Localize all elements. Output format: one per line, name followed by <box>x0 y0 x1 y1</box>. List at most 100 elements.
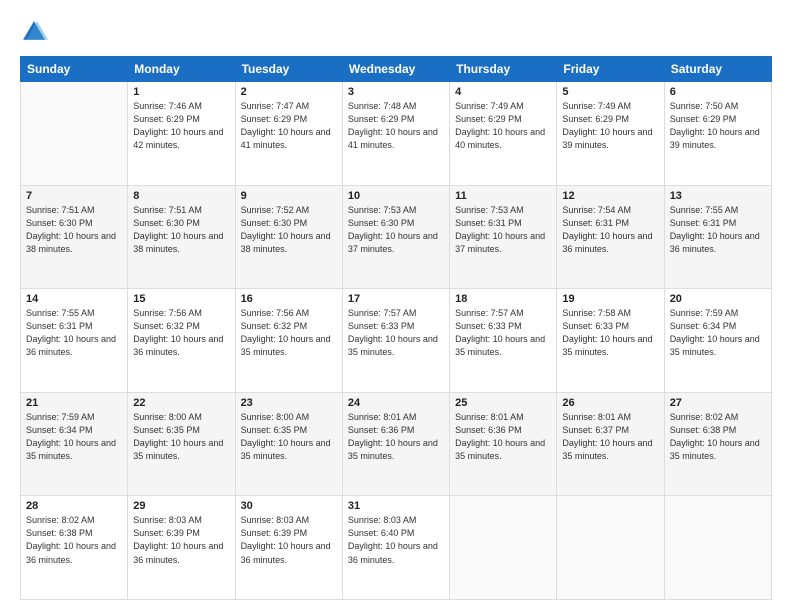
day-info: Sunrise: 8:00 AM Sunset: 6:35 PM Dayligh… <box>241 411 337 463</box>
weekday-header-saturday: Saturday <box>664 57 771 82</box>
calendar-cell <box>664 496 771 600</box>
calendar-cell: 7 Sunrise: 7:51 AM Sunset: 6:30 PM Daylig… <box>21 185 128 289</box>
day-number: 29 <box>133 500 229 512</box>
day-info: Sunrise: 8:00 AM Sunset: 6:35 PM Dayligh… <box>133 411 229 463</box>
header <box>20 18 772 46</box>
weekday-header-wednesday: Wednesday <box>342 57 449 82</box>
calendar-cell: 26Sunrise: 8:01 AM Sunset: 6:37 PM Dayli… <box>557 392 664 496</box>
calendar-cell <box>450 496 557 600</box>
day-number: 16 <box>241 293 337 305</box>
day-info: Sunrise: 8:02 AM Sunset: 6:38 PM Dayligh… <box>26 514 122 566</box>
day-info: Sunrise: 7:50 AM Sunset: 6:29 PM Dayligh… <box>670 100 766 152</box>
calendar-cell: 18 Sunrise: 7:57 AM Sunset: 6:33 PM Dayli… <box>450 289 557 393</box>
day-number: 4 <box>455 86 551 98</box>
calendar-cell: 12 Sunrise: 7:54 AM Sunset: 6:31 PM Dayli… <box>557 185 664 289</box>
day-number: 11 <box>455 190 551 202</box>
week-row-2: 7 Sunrise: 7:51 AM Sunset: 6:30 PM Daylig… <box>21 185 772 289</box>
day-info: Sunrise: 7:51 AM Sunset: 6:30 PM Dayligh… <box>26 204 122 256</box>
day-number: 8 <box>133 190 229 202</box>
day-info: Sunrise: 7:52 AM Sunset: 6:30 PM Dayligh… <box>241 204 337 256</box>
weekday-header-thursday: Thursday <box>450 57 557 82</box>
calendar-cell: 13 Sunrise: 7:55 AM Sunset: 6:31 PM Dayli… <box>664 185 771 289</box>
day-info: Sunrise: 7:53 AM Sunset: 6:30 PM Dayligh… <box>348 204 444 256</box>
day-info: Sunrise: 7:54 AM Sunset: 6:31 PM Dayligh… <box>562 204 658 256</box>
day-info: Sunrise: 8:03 AM Sunset: 6:39 PM Dayligh… <box>133 514 229 566</box>
day-info: Sunrise: 7:59 AM Sunset: 6:34 PM Dayligh… <box>26 411 122 463</box>
day-number: 30 <box>241 500 337 512</box>
day-number: 9 <box>241 190 337 202</box>
calendar-cell: 17Sunrise: 7:57 AM Sunset: 6:33 PM Dayli… <box>342 289 449 393</box>
calendar-cell <box>557 496 664 600</box>
day-info: Sunrise: 7:56 AM Sunset: 6:32 PM Dayligh… <box>241 307 337 359</box>
day-info: Sunrise: 8:03 AM Sunset: 6:40 PM Dayligh… <box>348 514 444 566</box>
day-info: Sunrise: 7:56 AM Sunset: 6:32 PM Dayligh… <box>133 307 229 359</box>
weekday-header-monday: Monday <box>128 57 235 82</box>
calendar-cell: 2Sunrise: 7:47 AM Sunset: 6:29 PM Daylig… <box>235 82 342 186</box>
day-number: 31 <box>348 500 444 512</box>
day-number: 22 <box>133 397 229 409</box>
day-info: Sunrise: 7:55 AM Sunset: 6:31 PM Dayligh… <box>670 204 766 256</box>
calendar-cell: 24Sunrise: 8:01 AM Sunset: 6:36 PM Dayli… <box>342 392 449 496</box>
day-info: Sunrise: 7:57 AM Sunset: 6:33 PM Dayligh… <box>348 307 444 359</box>
day-info: Sunrise: 7:49 AM Sunset: 6:29 PM Dayligh… <box>455 100 551 152</box>
week-row-4: 21 Sunrise: 7:59 AM Sunset: 6:34 PM Dayli… <box>21 392 772 496</box>
day-number: 19 <box>562 293 658 305</box>
calendar-cell: 31 Sunrise: 8:03 AM Sunset: 6:40 PM Dayli… <box>342 496 449 600</box>
calendar-cell: 19 Sunrise: 7:58 AM Sunset: 6:33 PM Dayli… <box>557 289 664 393</box>
weekday-header-friday: Friday <box>557 57 664 82</box>
day-number: 15 <box>133 293 229 305</box>
calendar-cell: 5 Sunrise: 7:49 AM Sunset: 6:29 PM Daylig… <box>557 82 664 186</box>
day-info: Sunrise: 8:01 AM Sunset: 6:37 PM Dayligh… <box>562 411 658 463</box>
calendar-cell: 25 Sunrise: 8:01 AM Sunset: 6:36 PM Dayli… <box>450 392 557 496</box>
calendar-cell: 15 Sunrise: 7:56 AM Sunset: 6:32 PM Dayli… <box>128 289 235 393</box>
day-number: 13 <box>670 190 766 202</box>
day-info: Sunrise: 7:47 AM Sunset: 6:29 PM Dayligh… <box>241 100 337 152</box>
day-number: 3 <box>348 86 444 98</box>
calendar-cell: 29 Sunrise: 8:03 AM Sunset: 6:39 PM Dayli… <box>128 496 235 600</box>
day-number: 14 <box>26 293 122 305</box>
calendar-cell: 3 Sunrise: 7:48 AM Sunset: 6:29 PM Daylig… <box>342 82 449 186</box>
calendar-table: SundayMondayTuesdayWednesdayThursdayFrid… <box>20 56 772 600</box>
week-row-1: 1 Sunrise: 7:46 AM Sunset: 6:29 PM Daylig… <box>21 82 772 186</box>
calendar-cell: 8 Sunrise: 7:51 AM Sunset: 6:30 PM Daylig… <box>128 185 235 289</box>
day-info: Sunrise: 8:01 AM Sunset: 6:36 PM Dayligh… <box>348 411 444 463</box>
day-number: 25 <box>455 397 551 409</box>
day-info: Sunrise: 7:57 AM Sunset: 6:33 PM Dayligh… <box>455 307 551 359</box>
weekday-header-tuesday: Tuesday <box>235 57 342 82</box>
day-number: 28 <box>26 500 122 512</box>
calendar-cell: 22 Sunrise: 8:00 AM Sunset: 6:35 PM Dayli… <box>128 392 235 496</box>
calendar-cell: 14 Sunrise: 7:55 AM Sunset: 6:31 PM Dayli… <box>21 289 128 393</box>
day-info: Sunrise: 7:59 AM Sunset: 6:34 PM Dayligh… <box>670 307 766 359</box>
day-info: Sunrise: 8:02 AM Sunset: 6:38 PM Dayligh… <box>670 411 766 463</box>
day-info: Sunrise: 7:58 AM Sunset: 6:33 PM Dayligh… <box>562 307 658 359</box>
day-number: 12 <box>562 190 658 202</box>
weekday-header-row: SundayMondayTuesdayWednesdayThursdayFrid… <box>21 57 772 82</box>
calendar-cell: 30 Sunrise: 8:03 AM Sunset: 6:39 PM Dayli… <box>235 496 342 600</box>
day-info: Sunrise: 7:53 AM Sunset: 6:31 PM Dayligh… <box>455 204 551 256</box>
calendar-cell: 4 Sunrise: 7:49 AM Sunset: 6:29 PM Daylig… <box>450 82 557 186</box>
day-info: Sunrise: 8:01 AM Sunset: 6:36 PM Dayligh… <box>455 411 551 463</box>
day-number: 20 <box>670 293 766 305</box>
day-info: Sunrise: 7:55 AM Sunset: 6:31 PM Dayligh… <box>26 307 122 359</box>
calendar-cell: 23Sunrise: 8:00 AM Sunset: 6:35 PM Dayli… <box>235 392 342 496</box>
day-info: Sunrise: 7:51 AM Sunset: 6:30 PM Dayligh… <box>133 204 229 256</box>
day-info: Sunrise: 7:48 AM Sunset: 6:29 PM Dayligh… <box>348 100 444 152</box>
day-info: Sunrise: 7:46 AM Sunset: 6:29 PM Dayligh… <box>133 100 229 152</box>
day-number: 18 <box>455 293 551 305</box>
day-number: 5 <box>562 86 658 98</box>
day-number: 21 <box>26 397 122 409</box>
day-info: Sunrise: 8:03 AM Sunset: 6:39 PM Dayligh… <box>241 514 337 566</box>
page: SundayMondayTuesdayWednesdayThursdayFrid… <box>0 0 792 612</box>
calendar-cell: 9 Sunrise: 7:52 AM Sunset: 6:30 PM Daylig… <box>235 185 342 289</box>
day-number: 27 <box>670 397 766 409</box>
day-number: 1 <box>133 86 229 98</box>
calendar-cell: 28 Sunrise: 8:02 AM Sunset: 6:38 PM Dayli… <box>21 496 128 600</box>
calendar-cell: 27 Sunrise: 8:02 AM Sunset: 6:38 PM Dayli… <box>664 392 771 496</box>
day-number: 7 <box>26 190 122 202</box>
weekday-header-sunday: Sunday <box>21 57 128 82</box>
week-row-5: 28 Sunrise: 8:02 AM Sunset: 6:38 PM Dayli… <box>21 496 772 600</box>
calendar-cell: 21 Sunrise: 7:59 AM Sunset: 6:34 PM Dayli… <box>21 392 128 496</box>
calendar-cell: 6Sunrise: 7:50 AM Sunset: 6:29 PM Daylig… <box>664 82 771 186</box>
day-number: 10 <box>348 190 444 202</box>
day-info: Sunrise: 7:49 AM Sunset: 6:29 PM Dayligh… <box>562 100 658 152</box>
